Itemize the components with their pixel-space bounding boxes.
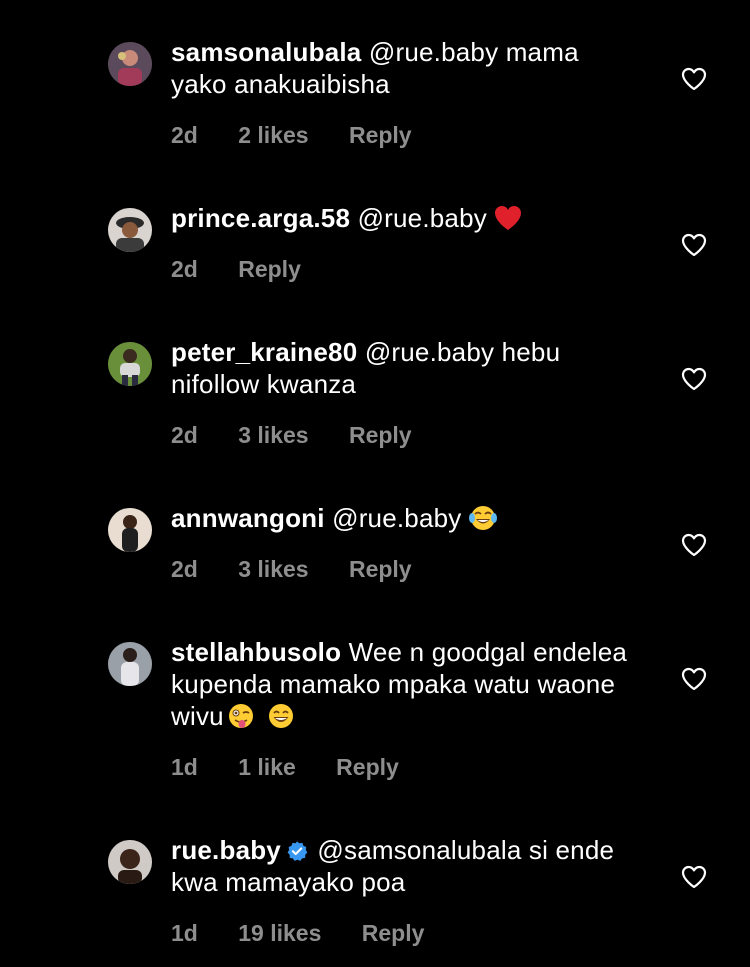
tears-of-joy-emoji xyxy=(468,503,498,533)
reply-button[interactable]: Reply xyxy=(238,256,301,283)
heart-outline-icon[interactable] xyxy=(681,667,707,691)
heart-outline-icon[interactable] xyxy=(681,67,707,91)
comment-time: 1d xyxy=(171,754,198,780)
comment-text: @rue.baby xyxy=(332,503,462,533)
comment-body: stellahbusolo Wee n goodgal endelea kupe… xyxy=(171,636,641,732)
avatar[interactable] xyxy=(108,208,152,252)
comment-username[interactable]: stellahbusolo xyxy=(171,637,341,667)
comment-body: rue.baby @samsonalubala si ende kwa mama… xyxy=(171,834,641,898)
reply-button[interactable]: Reply xyxy=(349,122,412,149)
comment-time: 2d xyxy=(171,122,198,148)
winking-tongue-emoji xyxy=(226,701,256,731)
comment-meta: 2d 3 likes Reply xyxy=(171,556,412,583)
comment-body: samsonalubala @rue.baby mama yako anakua… xyxy=(171,36,641,100)
comment-username[interactable]: annwangoni xyxy=(171,503,325,533)
comment-time: 2d xyxy=(171,556,198,582)
red-heart-emoji xyxy=(493,203,523,233)
reply-button[interactable]: Reply xyxy=(336,754,399,781)
heart-outline-icon[interactable] xyxy=(681,533,707,557)
comment-meta: 2d 2 likes Reply xyxy=(171,122,412,149)
comment-time: 1d xyxy=(171,920,198,946)
heart-outline-icon[interactable] xyxy=(681,367,707,391)
verified-badge-icon xyxy=(286,840,308,862)
avatar[interactable] xyxy=(108,642,152,686)
comment-body: prince.arga.58 @rue.baby xyxy=(171,202,641,234)
comment-meta: 2d Reply xyxy=(171,256,301,283)
reply-button[interactable]: Reply xyxy=(362,920,425,947)
comment-time: 2d xyxy=(171,422,198,448)
comment-likes[interactable]: 19 likes xyxy=(238,920,321,947)
comment-likes[interactable]: 2 likes xyxy=(238,122,308,149)
comment-time: 2d xyxy=(171,256,198,282)
heart-outline-icon[interactable] xyxy=(681,233,707,257)
heart-outline-icon[interactable] xyxy=(681,865,707,889)
comment-meta: 1d 1 like Reply xyxy=(171,754,399,781)
comment-body: annwangoni @rue.baby xyxy=(171,502,641,534)
comment-username[interactable]: samsonalubala xyxy=(171,37,361,67)
reply-button[interactable]: Reply xyxy=(349,556,412,583)
comment-likes[interactable]: 1 like xyxy=(238,754,296,781)
comment-likes[interactable]: 3 likes xyxy=(238,556,308,583)
grinning-emoji xyxy=(266,701,296,731)
avatar[interactable] xyxy=(108,342,152,386)
avatar[interactable] xyxy=(108,840,152,884)
comment-likes[interactable]: 3 likes xyxy=(238,422,308,449)
comment-username[interactable]: peter_kraine80 xyxy=(171,337,357,367)
comment-meta: 2d 3 likes Reply xyxy=(171,422,412,449)
comment-body: peter_kraine80 @rue.baby hebu nifollow k… xyxy=(171,336,641,400)
comment-text: @rue.baby xyxy=(357,203,487,233)
comment-meta: 1d 19 likes Reply xyxy=(171,920,424,947)
avatar[interactable] xyxy=(108,42,152,86)
avatar[interactable] xyxy=(108,508,152,552)
comment-username[interactable]: rue.baby xyxy=(171,835,281,865)
comment-username[interactable]: prince.arga.58 xyxy=(171,203,350,233)
reply-button[interactable]: Reply xyxy=(349,422,412,449)
